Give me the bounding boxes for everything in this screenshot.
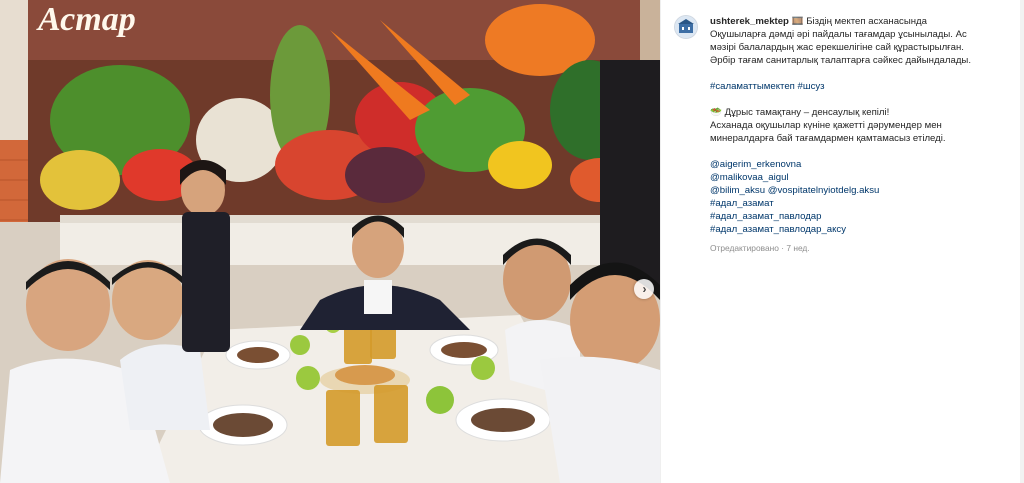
post-caption: ushterek_mektep 🎞️ Біздің мектеп асханас… — [710, 15, 1010, 255]
hashtag-link[interactable]: #шсуз — [798, 81, 825, 92]
mention-link[interactable]: @vospitatelnyiotdelg.aksu — [768, 185, 880, 196]
mention-link[interactable]: @malikovaa_aigul — [710, 171, 1010, 184]
school-building-icon — [675, 16, 697, 38]
caption-first-line: ushterek_mektep 🎞️ Біздің мектеп асханас… — [710, 15, 1010, 28]
film-frames-icon: 🎞️ — [791, 16, 804, 27]
account-avatar[interactable] — [674, 15, 698, 39]
hashtag-link[interactable]: #адал_азамат_павлодар — [710, 210, 1010, 223]
post-photo[interactable]: Астар › — [0, 0, 660, 483]
post-username[interactable]: ushterek_mektep — [710, 16, 789, 27]
caption-text: Әрбір тағам санитарлық талаптарға сәйкес… — [710, 55, 971, 66]
caption-text: Оқушыларға дәмді әрі пайдалы тағамдар ұс… — [710, 29, 967, 40]
panel-scroll-edge — [1020, 0, 1024, 483]
hashtag-link[interactable]: #саламаттымектеп — [710, 81, 795, 92]
post-details-panel: ushterek_mektep 🎞️ Біздің мектеп асханас… — [660, 0, 1024, 483]
hashtag-link[interactable]: #адал_азамат_павлодар_аксу — [710, 223, 1010, 236]
chevron-right-icon: › — [642, 282, 647, 296]
mentions-line: @bilim_aksu @vospitatelnyiotdelg.aksu — [710, 184, 1010, 197]
caption-text: мәзірі балалардың жас ерекшелігіне сай қ… — [710, 42, 964, 53]
hashtag-link[interactable]: #адал_азамат — [710, 197, 1010, 210]
canteen-photo-illustration: Астар — [0, 0, 660, 483]
health-title: Дұрыс тамақтану – денсаулық кепілі! — [724, 107, 890, 118]
salad-icon: 🥗 — [710, 107, 722, 118]
mention-link[interactable]: @aigerim_erkenovna — [710, 158, 1010, 171]
caption-text: Асханада оқушылар күніне қажетті дәрумен… — [710, 120, 942, 131]
mention-link[interactable]: @bilim_aksu — [710, 185, 765, 196]
next-photo-button[interactable]: › — [634, 279, 654, 299]
caption-text: Біздің мектеп асханасында — [806, 16, 927, 27]
caption-text: минералдарға бай тағамдармен қамтамасыз … — [710, 133, 946, 144]
banner-text: Астар — [36, 1, 136, 38]
edited-timestamp: Отредактировано · 7 нед. — [710, 243, 810, 253]
hashtags-line: #саламаттымектеп #шсуз — [710, 80, 1010, 93]
health-title-line: 🥗 Дұрыс тамақтану – денсаулық кепілі! — [710, 106, 1010, 119]
